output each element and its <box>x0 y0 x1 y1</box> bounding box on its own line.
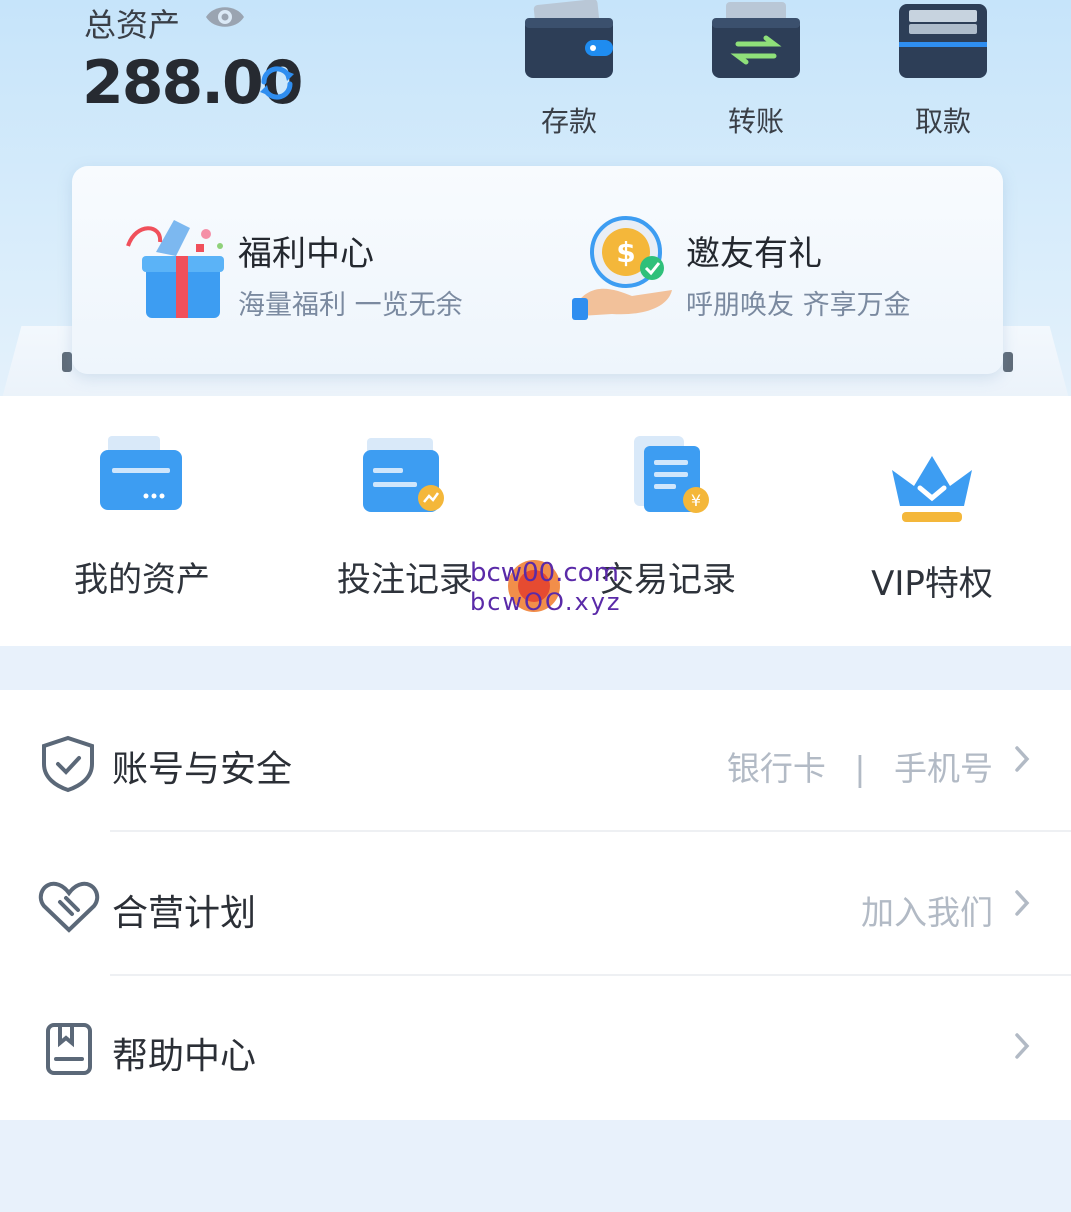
settings-menu: 账号与安全 银行卡 | 手机号 合营计划 加入我们 帮助中心 <box>0 690 1071 1120</box>
vip-crown-icon <box>832 442 1032 530</box>
bank-card-link[interactable]: 银行卡 <box>727 749 826 788</box>
watermark-text-2: bcwOO.xyz <box>470 588 622 616</box>
shelf-edge-left <box>62 352 72 372</box>
heart-handshake-icon <box>38 878 100 938</box>
withdraw-label: 取款 <box>914 105 971 138</box>
vip-privilege-button[interactable]: VIP特权 <box>832 442 1032 605</box>
menu-help-center[interactable]: 帮助中心 <box>0 977 1071 1120</box>
shelf-edge-right <box>1003 352 1013 372</box>
welfare-center[interactable]: 福利中心 海量福利 一览无余 <box>116 212 463 328</box>
menu-account-security[interactable]: 账号与安全 银行卡 | 手机号 <box>0 690 1071 833</box>
partner-plan-label: 合营计划 <box>112 893 257 934</box>
chevron-right-icon <box>1013 888 1031 922</box>
transfer-label: 转账 <box>727 105 784 138</box>
chevron-right-icon <box>1013 744 1031 778</box>
total-assets-label: 总资产 <box>84 6 181 44</box>
promo-card: 福利中心 海量福利 一览无余 $ 邀友有礼 呼朋唤友 齐享万金 <box>72 166 1003 374</box>
refresh-icon[interactable] <box>256 62 298 108</box>
divider <box>110 974 1071 976</box>
hint-separator: | <box>854 749 866 788</box>
deposit-label: 存款 <box>540 105 597 138</box>
account-security-label: 账号与安全 <box>112 749 293 790</box>
svg-text:$: $ <box>616 236 635 269</box>
withdraw-wallet-icon <box>883 0 1003 88</box>
invite-title: 邀友有礼 <box>686 234 822 274</box>
gift-box-icon <box>116 212 234 328</box>
welfare-subtitle: 海量福利 一览无余 <box>238 290 463 321</box>
chevron-right-icon <box>1013 1031 1031 1065</box>
my-assets-button[interactable]: 我的资产 <box>42 434 242 601</box>
invite-friends[interactable]: $ 邀友有礼 呼朋唤友 齐享万金 <box>572 212 911 328</box>
withdraw-button[interactable]: 取款 <box>883 0 1003 140</box>
eye-icon[interactable] <box>204 0 246 38</box>
watermark-text-1: bcw00.com <box>470 558 619 588</box>
join-us-link[interactable]: 加入我们 <box>861 886 993 934</box>
coin-hand-icon: $ <box>572 212 682 328</box>
vip-privilege-label: VIP特权 <box>871 564 993 604</box>
help-book-icon <box>44 1021 94 1081</box>
deposit-wallet-icon <box>509 0 629 88</box>
svg-text:¥: ¥ <box>691 491 701 510</box>
bet-record-icon <box>305 434 505 522</box>
deposit-button[interactable]: 存款 <box>509 0 629 140</box>
divider <box>110 830 1071 832</box>
phone-link[interactable]: 手机号 <box>894 749 993 788</box>
invite-subtitle: 呼朋唤友 齐享万金 <box>686 290 911 321</box>
welfare-title: 福利中心 <box>238 234 374 274</box>
menu-partner-plan[interactable]: 合营计划 加入我们 <box>0 834 1071 977</box>
my-assets-label: 我的资产 <box>74 560 210 600</box>
transfer-wallet-icon <box>696 0 816 88</box>
transaction-record-icon: ¥ <box>568 434 768 522</box>
transfer-button[interactable]: 转账 <box>696 0 816 140</box>
asset-card-icon <box>42 434 242 522</box>
shield-icon <box>38 734 98 798</box>
help-center-label: 帮助中心 <box>112 1036 257 1077</box>
account-security-hint: 银行卡 | 手机号 <box>727 742 993 790</box>
